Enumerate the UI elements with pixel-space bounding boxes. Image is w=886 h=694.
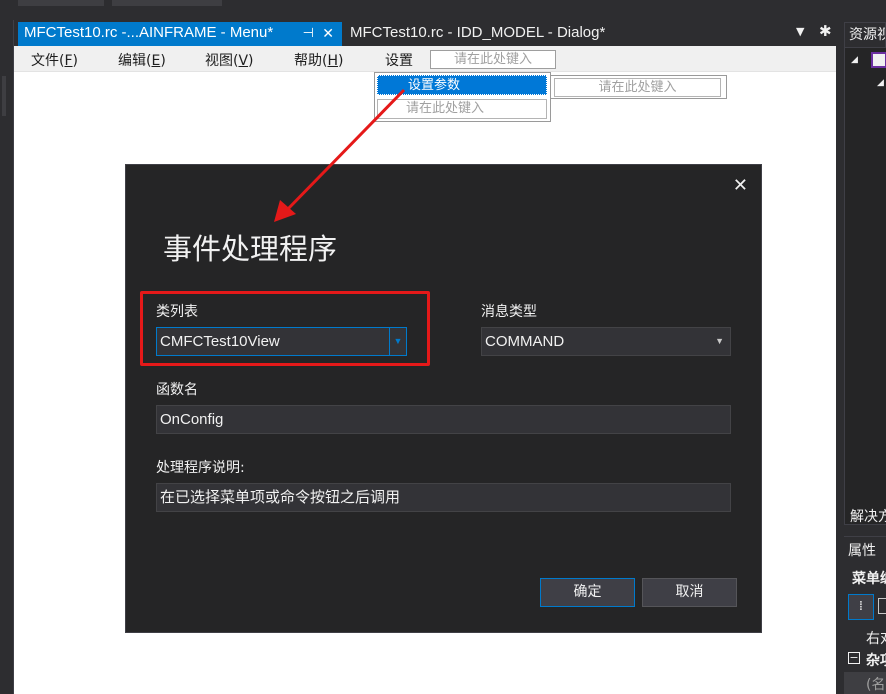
expand-triangle-icon[interactable]: ◢ [877,78,884,88]
resource-tree: ◢ ◢ [844,48,886,524]
title-strip [0,0,886,20]
expand-triangle-icon[interactable]: ◢ [851,55,858,65]
message-type-label: 消息类型 [481,304,537,320]
class-list-label: 类列表 [156,304,198,320]
tab-menu-resource[interactable]: MFCTest10.rc -...AINFRAME - Menu* ⊣ ✕ [18,22,342,46]
tab-title: MFCTest10.rc - IDD_MODEL - Dialog* [350,24,606,41]
ide-window: MFCTest10.rc -...AINFRAME - Menu* ⊣ ✕ MF… [0,0,886,694]
close-icon[interactable]: ✕ [322,22,334,44]
menu-item-set-params[interactable]: 设置参数 [377,75,547,95]
cancel-button[interactable]: 取消 [642,578,737,607]
categorized-icon[interactable]: ⁞ [848,594,874,620]
menu-settings[interactable]: 设置 [385,50,413,70]
toolbar-fragment [18,0,104,6]
class-list-combo[interactable]: CMFCTest10View ▼ [156,327,407,356]
panel-divider [844,536,886,537]
resource-view-header[interactable]: 资源视 [844,22,886,48]
chevron-down-icon[interactable]: ▼ [389,328,406,355]
handler-desc-field: 在已选择菜单项或命令按钮之后调用 [156,483,731,512]
submenu-placeholder: 请在此处键入 [550,75,727,99]
menu-edit[interactable]: 编辑(E) [118,50,166,70]
alphabetical-icon[interactable] [878,598,886,614]
chevron-down-icon[interactable]: ▼ [715,328,724,355]
class-list-value: CMFCTest10View [160,333,280,350]
right-dock-panel: 资源视 ◢ ◢ 解决方 属性 菜单编 ⁞ 右对 − 杂项 (名 [840,20,886,694]
message-type-combo[interactable]: COMMAND ▼ [481,327,731,356]
properties-title: 属性 [848,543,876,559]
menu-view[interactable]: 视图(V) [205,50,254,70]
settings-dropdown: 设置参数 请在此处键入 [374,72,551,122]
gear-icon[interactable]: ✱ [819,22,832,40]
message-type-value: COMMAND [485,333,565,350]
property-name-row[interactable]: (名 [844,672,886,694]
chevron-down-icon[interactable]: ▼ [796,25,804,38]
menu-bar: 文件(F) 编辑(E) 视图(V) 帮助(H) 设置 请在此处键入 [14,46,836,72]
document-tabbar: MFCTest10.rc -...AINFRAME - Menu* ⊣ ✕ MF… [14,20,840,46]
property-row-label: 右对 [866,631,886,647]
left-toolbox-strip [0,20,14,694]
collapse-icon[interactable]: − [848,652,860,664]
menu-type-here-input[interactable]: 请在此处键入 [430,50,556,69]
function-name-field[interactable]: OnConfig [156,405,731,434]
resource-icon [871,52,886,68]
submenu-type-here-input[interactable]: 请在此处键入 [554,78,721,97]
function-name-label: 函数名 [156,382,198,398]
event-handler-dialog: ✕ 事件处理程序 类列表 CMFCTest10View ▼ 消息类型 COMMA… [125,164,762,633]
handler-desc-label: 处理程序说明: [156,460,245,476]
dropdown-type-here-input[interactable]: 请在此处键入 [377,99,547,119]
pin-icon[interactable]: ⊣ [303,22,314,44]
ok-button[interactable]: 确定 [540,578,635,607]
property-name-label: (名 [866,677,886,693]
menu-help[interactable]: 帮助(H) [294,50,343,70]
tab-dialog-resource[interactable]: MFCTest10.rc - IDD_MODEL - Dialog* [344,22,784,46]
properties-object-name: 菜单编 [852,571,886,587]
solution-explorer-tab[interactable]: 解决方 [850,506,886,526]
close-icon[interactable]: ✕ [733,175,748,196]
menu-file[interactable]: 文件(F) [31,50,78,70]
property-category-label: 杂项 [866,653,886,669]
tab-title: MFCTest10.rc -...AINFRAME - Menu* [24,24,274,41]
toolbar-fragment [112,0,222,6]
dialog-title: 事件处理程序 [163,232,338,266]
toolbox-tab[interactable] [2,76,6,116]
